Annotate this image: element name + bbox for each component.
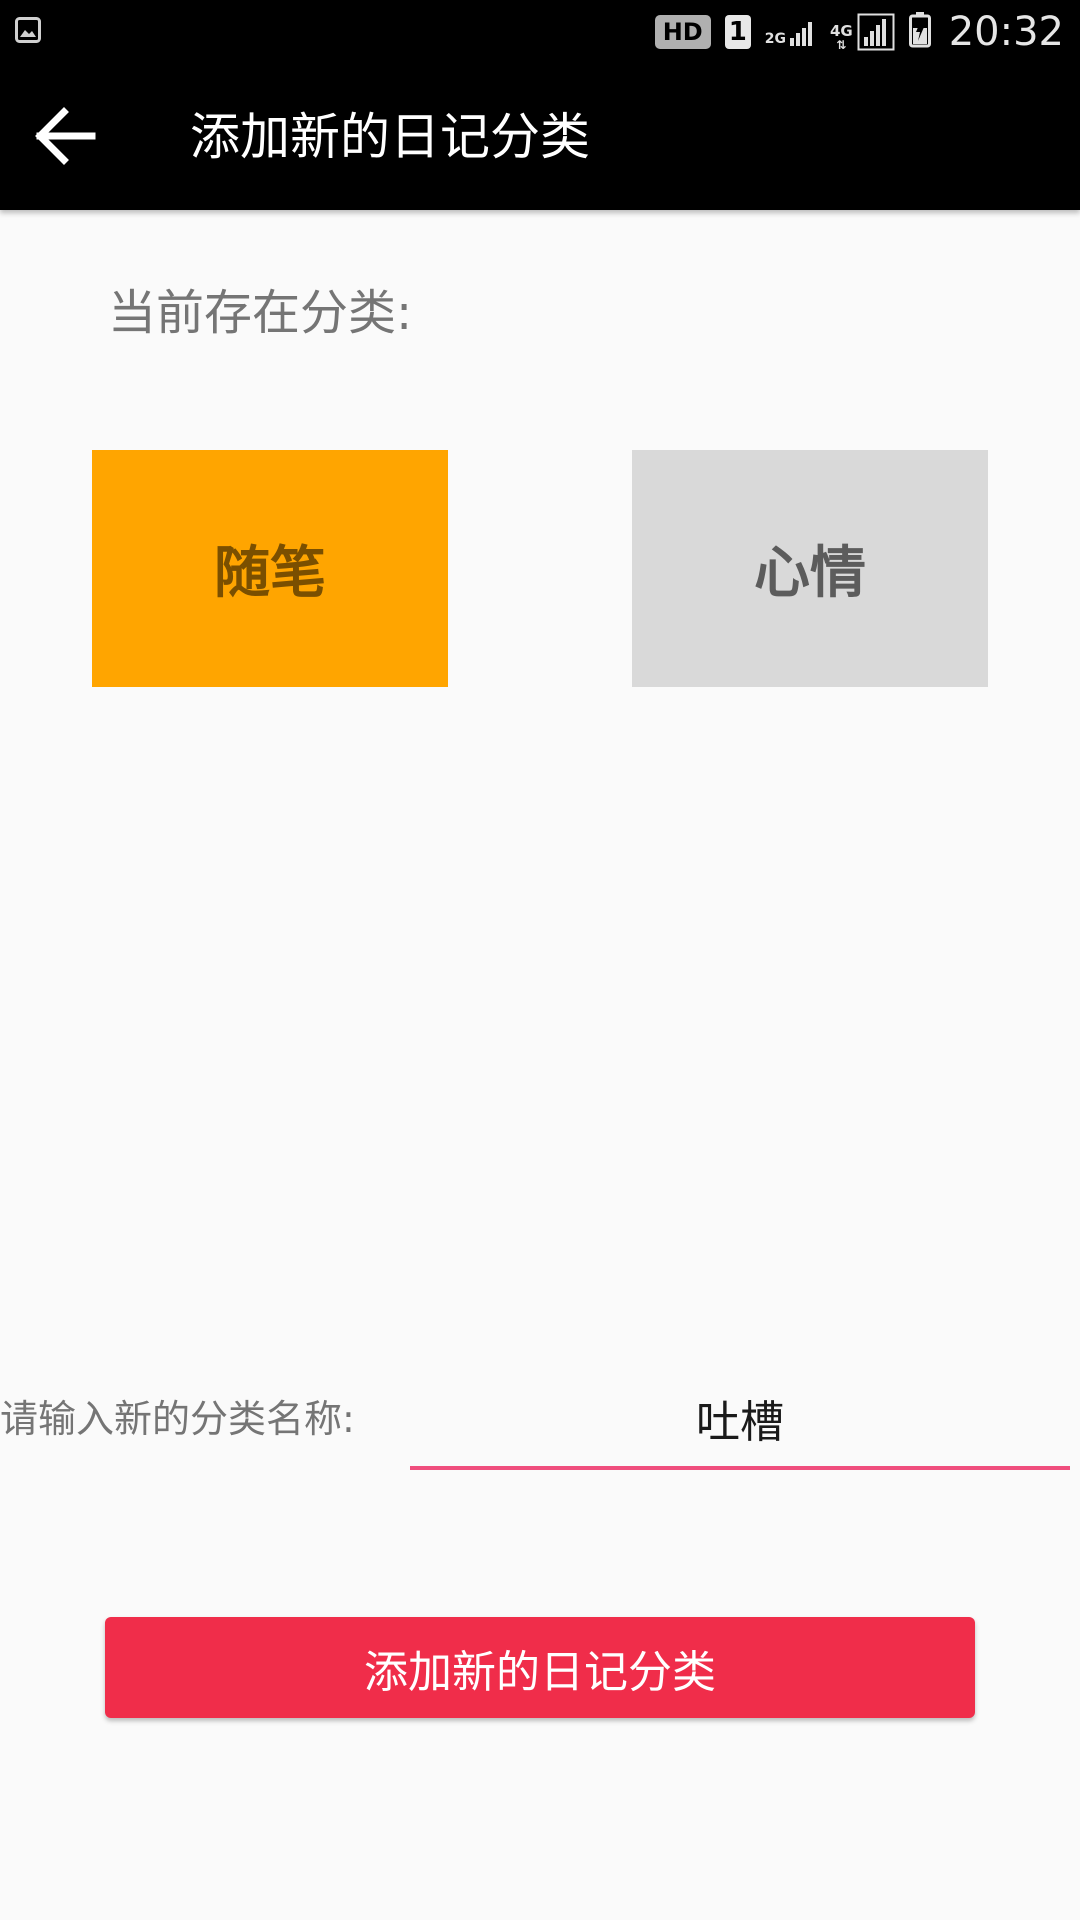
hd-badge: HD	[654, 15, 711, 49]
category-label: 随笔	[214, 541, 326, 606]
app-toolbar: 添加新的日记分类	[0, 64, 1080, 210]
back-button[interactable]	[20, 94, 108, 182]
clock: 20:32	[948, 9, 1064, 55]
network-4g-label: 4G	[829, 22, 853, 40]
sim-badge: 1	[724, 15, 751, 49]
network-2g-label: 2G	[764, 31, 786, 47]
add-category-button[interactable]: 添加新的日记分类	[105, 1617, 975, 1718]
battery-charging-icon	[908, 12, 931, 52]
page-title: 添加新的日记分类	[190, 108, 590, 166]
category-item-suibi[interactable]: 随笔	[92, 450, 448, 687]
new-category-label: 请输入新的分类名称:	[0, 1397, 355, 1441]
category-item-xinqing[interactable]: 心情	[632, 450, 988, 687]
status-icons: HD 1 2G 4G ⇅ 20:32	[654, 0, 1064, 64]
arrow-left-icon	[30, 102, 98, 174]
gallery-notification-icon	[15, 17, 41, 47]
existing-categories-label: 当前存在分类:	[108, 285, 413, 341]
signal-4g-icon: 4G ⇅	[830, 13, 895, 51]
category-label: 心情	[754, 541, 866, 606]
signal-2g-icon: 2G	[765, 18, 816, 46]
status-bar: HD 1 2G 4G ⇅ 20:32	[0, 0, 1080, 64]
add-category-button-label: 添加新的日记分类	[364, 1646, 716, 1698]
new-category-input[interactable]	[410, 1370, 1070, 1470]
